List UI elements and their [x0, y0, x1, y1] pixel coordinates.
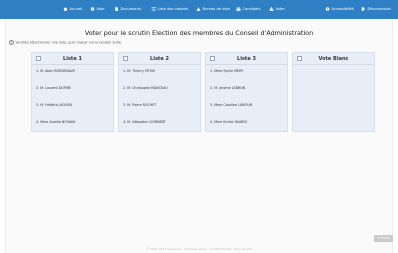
people-icon [236, 6, 241, 11]
candidate-item: 2. M. Laurent DUPIRE [36, 86, 72, 90]
nav-label: Voter [275, 7, 285, 11]
nav-label: Aide [96, 7, 105, 11]
list-column-2[interactable]: Liste 2 1. M. Thierry PITON 2. M. Christ… [118, 52, 201, 132]
top-navigation-bar: Accueil ? Aide Documents Liste des votant… [0, 0, 398, 19]
list-column-1[interactable]: Liste 1 1. M. Alain BORDENAVE 2. M. Laur… [31, 52, 114, 132]
list-column-blank-vote[interactable]: Vote Blanc [292, 52, 375, 132]
candidate-item: 3. M. Frédéric JAOUEN [36, 103, 73, 107]
list-title: Vote Blanc [318, 55, 349, 62]
page-title: Voter pour le scrutin Election des membr… [84, 29, 314, 37]
divider [206, 64, 287, 65]
candidate-item: 1. M. Alain BORDENAVE [36, 69, 75, 73]
candidate-item: 4. Mme Emilie FAVARO [210, 120, 248, 124]
nav-item-accessibilite[interactable]: Accessibilité [325, 0, 354, 19]
nav-label: Accessibilité [331, 7, 354, 11]
divider [119, 64, 200, 65]
help-circle-icon: ? [9, 40, 14, 45]
document-icon [114, 6, 119, 11]
nav-item-voter[interactable]: Voter [269, 0, 285, 19]
nav-item-accueil[interactable]: Accueil [63, 0, 82, 19]
next-button[interactable]: ➜ Suite [374, 235, 393, 242]
nav-label: Candidats [242, 7, 261, 11]
nav-item-bureau-vote[interactable]: Bureau de vote [196, 0, 230, 19]
list-header[interactable]: Liste 1 [32, 53, 113, 64]
list-title: Liste 3 [237, 55, 256, 62]
nav-item-liste-votants[interactable]: Liste des votants [151, 0, 188, 19]
footer-text: © 2007-2017 Gaspareo · Donnees libres · … [146, 247, 252, 251]
list-header[interactable]: Liste 3 [206, 53, 287, 64]
nav-item-candidats[interactable]: Candidats [236, 0, 261, 19]
list-header[interactable]: Liste 2 [119, 53, 200, 64]
nav-label: Liste des votants [157, 7, 189, 11]
ballot-box-icon [196, 6, 201, 11]
arrow-right-icon: ➜ [377, 236, 381, 240]
candidate-item: 2. M. Jerome LEBRUN [210, 86, 246, 90]
list-title: Liste 1 [63, 55, 82, 62]
home-icon [63, 6, 68, 11]
candidate-item: 2. M. Christophe MANCEAU [123, 86, 168, 90]
instructions-label: Veuillez sélectionner une liste, puis cl… [15, 40, 123, 45]
nav-label: Bureau de vote [202, 7, 231, 11]
nav-label: Documents [120, 7, 142, 11]
nav-item-documents[interactable]: Documents [114, 0, 141, 19]
candidate-item: 1. M. Thierry PITON [123, 69, 155, 73]
list-icon [151, 6, 156, 11]
candidate-item: 4. M. Sébastien GOMBERT [123, 120, 166, 124]
nav-label: Accueil [69, 7, 83, 11]
vote-icon [269, 6, 274, 11]
help-icon: ? [90, 7, 95, 11]
candidate-item: 3. Mme Caroline LAMOUR [210, 103, 253, 107]
nav-item-aide[interactable]: ? Aide [90, 0, 104, 19]
nav-label: Déconnexion [367, 7, 391, 11]
instructions-text: ? Veuillez sélectionner une liste, puis c… [9, 40, 122, 45]
divider [32, 64, 113, 65]
candidate-item: 1. Mme Sylvie MERY [210, 69, 244, 73]
list-column-3[interactable]: Liste 3 1. Mme Sylvie MERY 2. M. Jerome … [205, 52, 288, 132]
list-title: Liste 2 [150, 55, 169, 62]
divider [293, 64, 374, 65]
nav-item-deconnexion[interactable]: Déconnexion [361, 0, 391, 19]
logout-icon [361, 6, 366, 11]
accessibility-icon [325, 6, 330, 11]
next-button-label: Suite [381, 236, 390, 240]
list-header[interactable]: Vote Blanc [293, 53, 374, 64]
candidate-item: 4. Mme Aurelie NOVAKK [36, 120, 76, 124]
candidate-item: 3. M. Pierre ROCHET [123, 103, 157, 107]
